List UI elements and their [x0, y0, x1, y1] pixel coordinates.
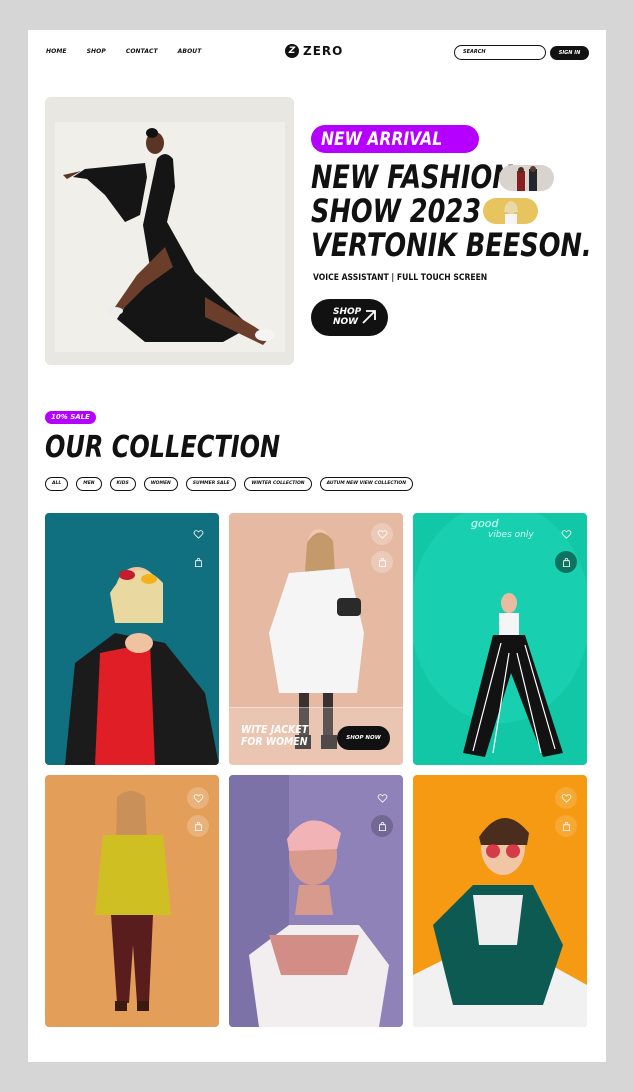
- nav-about[interactable]: ABOUT: [178, 48, 202, 55]
- product-card[interactable]: [229, 775, 403, 1027]
- add-to-bag-button[interactable]: [371, 815, 393, 837]
- filter-men[interactable]: MEN: [76, 477, 102, 491]
- logo-text: ZERO: [303, 44, 344, 58]
- add-to-bag-button[interactable]: [371, 551, 393, 573]
- logo[interactable]: Z ZERO: [285, 44, 343, 58]
- product-image: [45, 775, 219, 1027]
- favorite-button[interactable]: [371, 523, 393, 545]
- main-nav: HOME SHOP CONTACT ABOUT: [46, 48, 221, 55]
- new-arrival-badge: NEW ARRIVAL: [311, 125, 479, 153]
- nav-shop[interactable]: SHOP: [87, 48, 106, 55]
- heart-icon: [193, 793, 203, 803]
- heart-icon: [377, 529, 387, 539]
- bag-icon: [378, 821, 386, 831]
- filter-autum-new-view-collection[interactable]: AUTUM NEW VIEW COLLECTION: [319, 477, 413, 491]
- bag-icon: [194, 557, 202, 567]
- neon-sign-line-1: good: [471, 517, 499, 530]
- bag-icon: [562, 557, 570, 567]
- sign-in-button[interactable]: SIGN IN: [550, 46, 589, 60]
- favorite-button[interactable]: [187, 523, 209, 545]
- bag-icon: [562, 821, 570, 831]
- filter-winter-collection[interactable]: WINTER COLLECTION: [244, 477, 312, 491]
- hero-thumb-2: [483, 198, 538, 224]
- heart-icon: [193, 529, 203, 539]
- featured-shop-now-button[interactable]: SHOP NOW: [337, 726, 390, 750]
- nav-contact[interactable]: CONTACT: [126, 48, 158, 55]
- bag-icon: [378, 557, 386, 567]
- add-to-bag-button[interactable]: [555, 551, 577, 573]
- search-input[interactable]: SEARCH: [454, 45, 546, 60]
- heart-icon: [561, 529, 571, 539]
- heart-icon: [377, 793, 387, 803]
- favorite-button[interactable]: [555, 787, 577, 809]
- filter-summer-sale[interactable]: SUMMER SALE: [185, 477, 237, 491]
- product-card[interactable]: [413, 775, 587, 1027]
- filter-chips: ALL MEN KIDS WOMEN SUMMER SALE WINTER CO…: [45, 477, 413, 491]
- arrow-up-right-icon: [362, 310, 376, 324]
- filter-all[interactable]: ALL: [45, 477, 69, 491]
- filter-kids[interactable]: KIDS: [109, 477, 136, 491]
- bag-icon: [194, 821, 202, 831]
- filter-women[interactable]: WOMEN: [143, 477, 178, 491]
- product-card[interactable]: [45, 775, 219, 1027]
- product-image: [413, 775, 587, 1027]
- add-to-bag-button[interactable]: [187, 815, 209, 837]
- page: HOME SHOP CONTACT ABOUT Z ZERO SEARCH SI…: [28, 30, 606, 1062]
- sale-badge: 10% SALE: [45, 411, 96, 424]
- hero-thumb-1: [499, 165, 554, 191]
- product-card-featured[interactable]: WITE JACKET FOR WOMEN SHOP NOW: [229, 513, 403, 765]
- hero-title-line-3: VERTONIK BEESON.: [311, 226, 592, 264]
- hero-title-line-2: SHOW 2023: [311, 192, 482, 230]
- favorite-button[interactable]: [371, 787, 393, 809]
- hero-title: NEW FASHION SHOW 2023 VERTONIK BEESON.: [311, 160, 601, 262]
- product-image: [229, 775, 403, 1027]
- collection-title: OUR COLLECTION: [45, 430, 281, 465]
- shop-now-button[interactable]: SHOP NOW: [311, 299, 388, 336]
- add-to-bag-button[interactable]: [555, 815, 577, 837]
- heart-icon: [561, 793, 571, 803]
- featured-product-name: WITE JACKET FOR WOMEN: [241, 723, 309, 748]
- neon-sign-line-2: vibes only: [488, 530, 534, 540]
- hero-subtitle: VOICE ASSISTANT | FULL TOUCH SCREEN: [313, 273, 488, 283]
- featured-overlay: WITE JACKET FOR WOMEN SHOP NOW: [229, 707, 403, 765]
- hero-image: [45, 97, 294, 365]
- hero-title-line-1: NEW FASHION: [311, 158, 514, 196]
- nav-home[interactable]: HOME: [46, 48, 67, 55]
- favorite-button[interactable]: [555, 523, 577, 545]
- logo-mark-icon: Z: [285, 44, 299, 58]
- favorite-button[interactable]: [187, 787, 209, 809]
- product-card[interactable]: good vibes only: [413, 513, 587, 765]
- product-card[interactable]: [45, 513, 219, 765]
- add-to-bag-button[interactable]: [187, 551, 209, 573]
